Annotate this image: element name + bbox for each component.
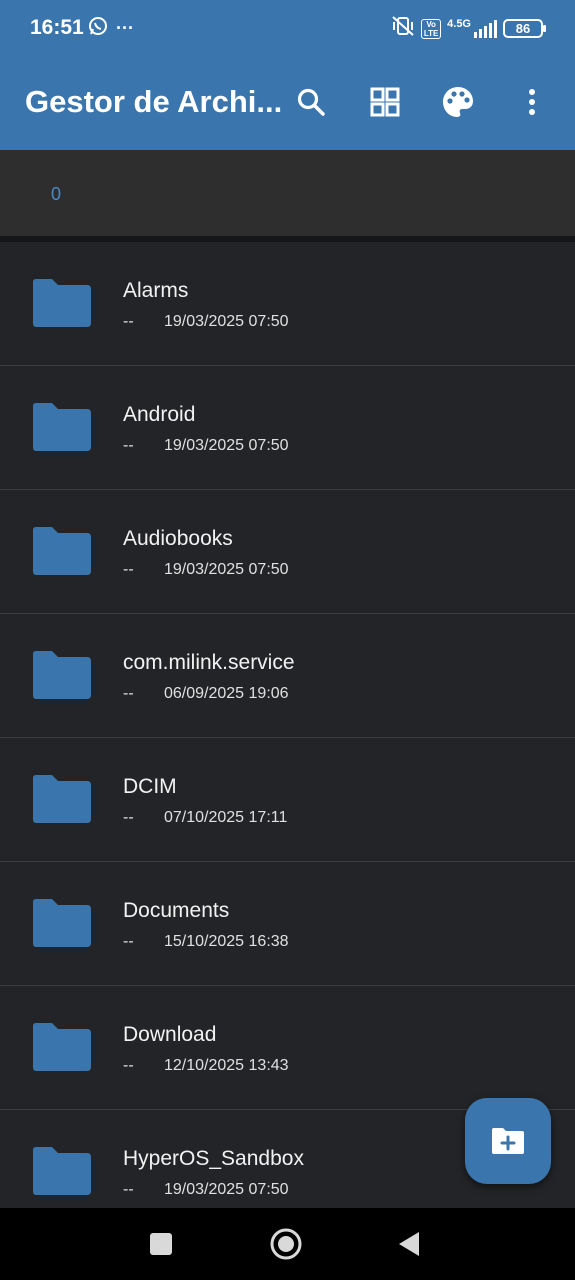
file-name: Audiobooks <box>123 527 233 550</box>
file-name: Documents <box>123 899 230 922</box>
status-time: 16:51 <box>30 16 84 39</box>
file-size: -- <box>123 809 134 826</box>
breadcrumb-item-root[interactable]: 0 <box>51 184 61 205</box>
view-mode-button[interactable] <box>361 78 409 126</box>
network-type: 4.5G <box>447 17 471 30</box>
folder-icon <box>33 1023 91 1071</box>
file-date: 19/03/2025 07:50 <box>164 313 289 330</box>
file-name: com.milink.service <box>123 651 295 674</box>
home-icon <box>270 1228 302 1260</box>
folder-icon <box>33 279 91 327</box>
file-size: -- <box>123 1057 134 1074</box>
back-button[interactable] <box>391 1226 427 1262</box>
list-item[interactable]: Documents -- 15/10/2025 16:38 <box>0 862 575 986</box>
palette-icon <box>443 87 473 117</box>
status-bar: 16:51 ··· Vo LTE 4.5G 86 <box>0 0 575 56</box>
file-size: -- <box>123 1181 134 1198</box>
app-title: Gestor de Archi... <box>25 84 283 119</box>
more-vert-icon <box>529 89 535 115</box>
breadcrumb: 0 <box>0 150 575 236</box>
file-date: 15/10/2025 16:38 <box>164 933 289 950</box>
create-folder-button[interactable] <box>465 1098 551 1184</box>
file-date: 06/09/2025 19:06 <box>164 685 289 702</box>
file-date: 19/03/2025 07:50 <box>164 561 289 578</box>
file-name: Alarms <box>123 279 189 302</box>
file-size: -- <box>123 313 134 330</box>
back-icon <box>399 1232 419 1256</box>
list-item[interactable]: Audiobooks -- 19/03/2025 07:50 <box>0 490 575 614</box>
folder-icon <box>33 403 91 451</box>
file-date: 07/10/2025 17:11 <box>164 809 288 826</box>
volte-label: Vo LTE <box>421 18 442 39</box>
grid-view-icon <box>370 87 400 117</box>
file-name: HyperOS_Sandbox <box>123 1147 304 1170</box>
search-icon <box>297 88 325 116</box>
folder-icon <box>33 1147 91 1195</box>
file-size: -- <box>123 685 134 702</box>
recents-button[interactable] <box>143 1226 179 1262</box>
file-date: 19/03/2025 07:50 <box>164 1181 289 1198</box>
home-button[interactable] <box>268 1226 304 1262</box>
file-size: -- <box>123 437 134 454</box>
folder-icon <box>33 775 91 823</box>
folder-icon <box>33 899 91 947</box>
file-name: DCIM <box>123 775 177 798</box>
list-item[interactable]: Android -- 19/03/2025 07:50 <box>0 366 575 490</box>
app-bar: Gestor de Archi... <box>0 56 575 150</box>
vibrate-off-icon <box>391 15 415 42</box>
file-name: Download <box>123 1023 217 1046</box>
whatsapp-icon <box>88 16 108 41</box>
overflow-notifications: ··· <box>116 18 134 38</box>
list-item[interactable]: Download -- 12/10/2025 13:43 <box>0 986 575 1110</box>
list-item[interactable]: Alarms -- 19/03/2025 07:50 <box>0 242 575 366</box>
nav-bar <box>0 1208 575 1280</box>
file-date: 19/03/2025 07:50 <box>164 437 289 454</box>
search-button[interactable] <box>287 78 335 126</box>
more-options-button[interactable] <box>508 78 556 126</box>
create-folder-icon <box>492 1128 524 1154</box>
file-size: -- <box>123 933 134 950</box>
folder-icon <box>33 527 91 575</box>
folder-icon <box>33 651 91 699</box>
signal-icon: 4.5G <box>447 17 497 39</box>
recents-icon <box>150 1233 172 1255</box>
file-date: 12/10/2025 13:43 <box>164 1057 289 1074</box>
file-size: -- <box>123 561 134 578</box>
theme-button[interactable] <box>434 78 482 126</box>
battery-indicator: 86 <box>503 19 546 38</box>
file-list: Alarms -- 19/03/2025 07:50 Android -- 19… <box>0 242 575 1208</box>
file-name: Android <box>123 403 196 426</box>
list-item[interactable]: com.milink.service -- 06/09/2025 19:06 <box>0 614 575 738</box>
list-item[interactable]: DCIM -- 07/10/2025 17:11 <box>0 738 575 862</box>
